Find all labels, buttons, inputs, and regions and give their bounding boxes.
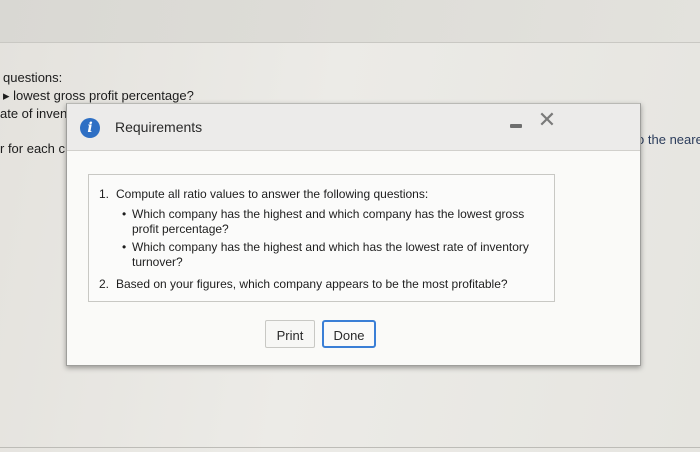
info-icon: i [80,118,100,138]
dialog-header[interactable]: i Requirements ✕ [67,104,640,151]
requirement-2-text: Based on your figures, which company app… [116,277,508,291]
bullet-icon: • [122,207,127,221]
background-inventory-text: ate of invent [0,106,71,121]
requirement-2-number: 2. [99,277,110,291]
print-button[interactable]: Print [265,320,315,348]
background-questions-text: questions: [3,70,63,85]
gross-profit-text[interactable]: lowest gross profit percentage? [13,88,194,103]
top-strip [0,0,700,43]
close-icon[interactable]: ✕ [535,108,559,132]
requirement-1a-line-2: profit percentage? [132,222,229,236]
minimize-icon[interactable] [510,124,522,128]
requirement-1b-line-1: Which company has the highest and which … [132,240,529,254]
bullet-icon: • [122,240,127,254]
requirement-1a-line-1: Which company has the highest and which … [132,207,525,221]
background-gross-profit-link[interactable]: ▸ lowest gross profit percentage? [3,88,194,104]
requirements-dialog: i Requirements ✕ 1. Compute all ratio va… [66,103,641,366]
requirements-list: 1. Compute all ratio values to answer th… [88,174,555,302]
bottom-divider [0,447,700,448]
dialog-title: Requirements [115,119,203,135]
bullet-fragment: ▸ [3,88,14,103]
requirement-1-text: Compute all ratio values to answer the f… [116,187,429,201]
requirement-1b-line-2: turnover? [132,255,183,269]
background-each-text: r for each c [0,141,66,156]
requirement-1-number: 1. [99,187,110,201]
done-button[interactable]: Done [322,320,376,348]
